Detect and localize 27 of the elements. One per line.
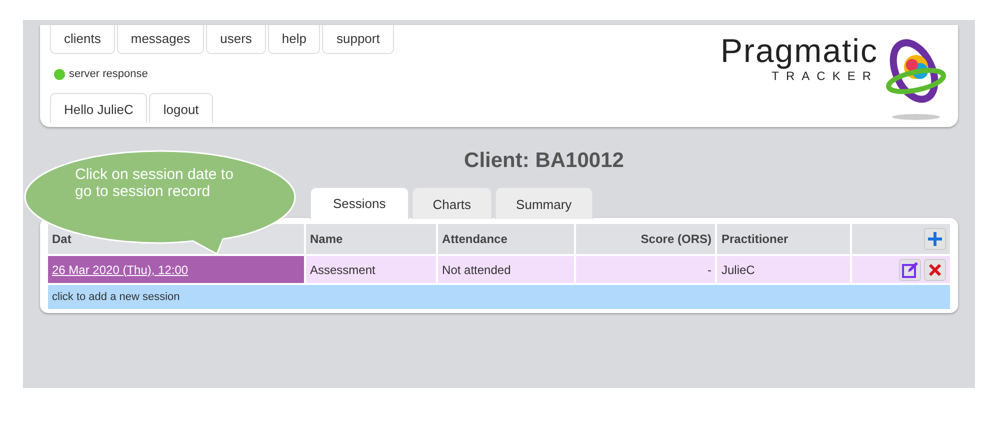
user-button[interactable]: Hello JulieC [50,93,148,123]
nav-button[interactable]: users [206,25,266,54]
table-cell: Not attended [438,256,574,283]
callout-text: Click on session date to go to session record [75,166,234,200]
delete-icon[interactable] [924,258,946,280]
tab[interactable]: Charts [412,187,492,219]
user-button[interactable]: logout [149,93,213,123]
add-session-row[interactable]: click to add a new session [48,285,950,309]
add-icon[interactable] [924,228,946,250]
tab[interactable]: Sessions [310,187,409,219]
logo-name: Pragmatic [720,33,878,69]
table-cell: - [576,256,716,283]
column-header: Attendance [438,224,574,254]
nav-button[interactable]: help [268,25,320,54]
nav-button[interactable]: messages [116,25,204,54]
column-header: Name [306,224,436,254]
status-label: server response [69,68,148,80]
tab[interactable]: Summary [495,187,593,219]
page-title: Client: BA10012 [463,149,625,173]
nav-button[interactable]: support [322,25,394,54]
table-cell: Assessment [306,256,436,283]
column-header: Score (ORS) [576,224,716,254]
table-cell: JulieC [717,256,850,283]
edit-icon[interactable] [898,258,921,280]
column-header: Practitioner [717,224,850,254]
nav-button[interactable]: clients [50,25,115,54]
logo-tagline: TRACKER [772,69,878,83]
